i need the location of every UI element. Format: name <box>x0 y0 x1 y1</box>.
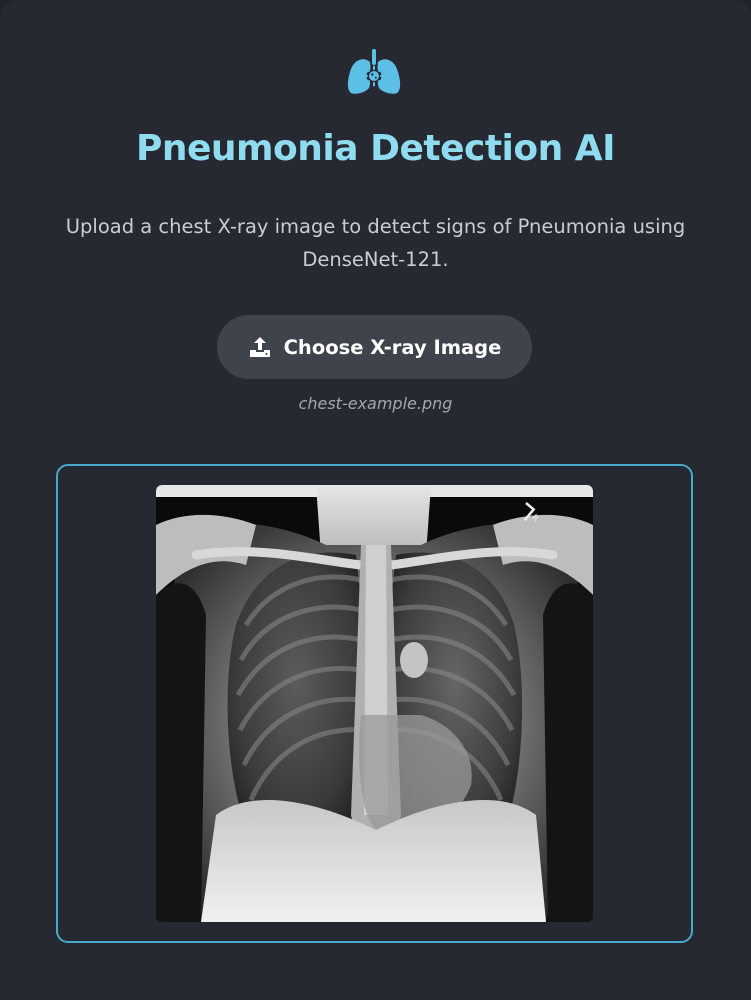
xray-preview-image: R <box>156 485 593 922</box>
page-title: Pneumonia Detection AI <box>135 128 616 169</box>
choose-image-button[interactable]: Choose X-ray Image <box>217 315 532 379</box>
choose-image-button-label: Choose X-ray Image <box>283 335 502 359</box>
upload-icon <box>248 335 272 359</box>
selected-file-name: chest-example.png <box>298 394 453 413</box>
page-subtitle: Upload a chest X-ray image to detect sig… <box>65 215 686 271</box>
lungs-virus-icon <box>345 48 403 96</box>
main-card: Pneumonia Detection AI Upload a chest X-… <box>0 0 751 1000</box>
